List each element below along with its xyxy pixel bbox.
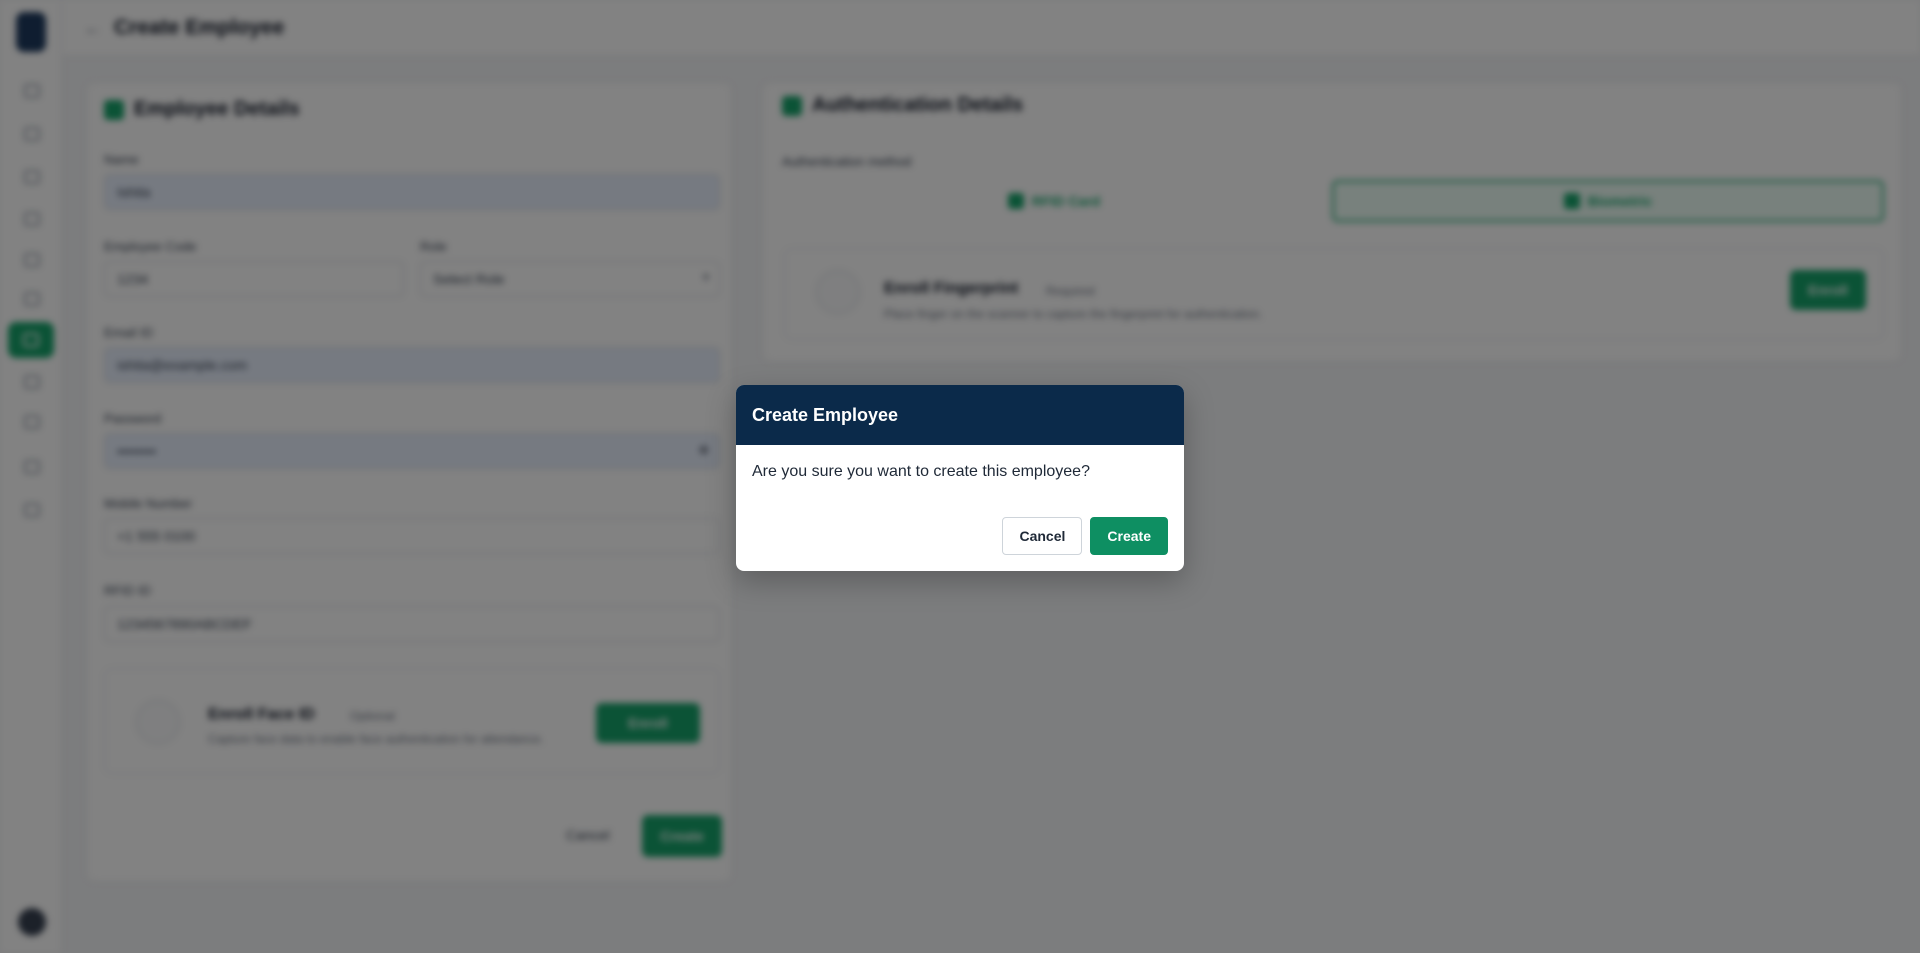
dialog-body: Are you sure you want to create this emp… — [736, 445, 1184, 503]
create-employee-dialog: Create Employee Are you sure you want to… — [736, 385, 1184, 571]
cancel-button[interactable]: Cancel — [1002, 517, 1083, 555]
create-button[interactable]: Create — [1090, 517, 1168, 555]
dialog-title: Create Employee — [752, 404, 899, 425]
dialog-footer: Cancel Create — [1002, 517, 1168, 555]
dialog-message: Are you sure you want to create this emp… — [752, 463, 1090, 480]
dialog-header: Create Employee — [736, 385, 1184, 445]
